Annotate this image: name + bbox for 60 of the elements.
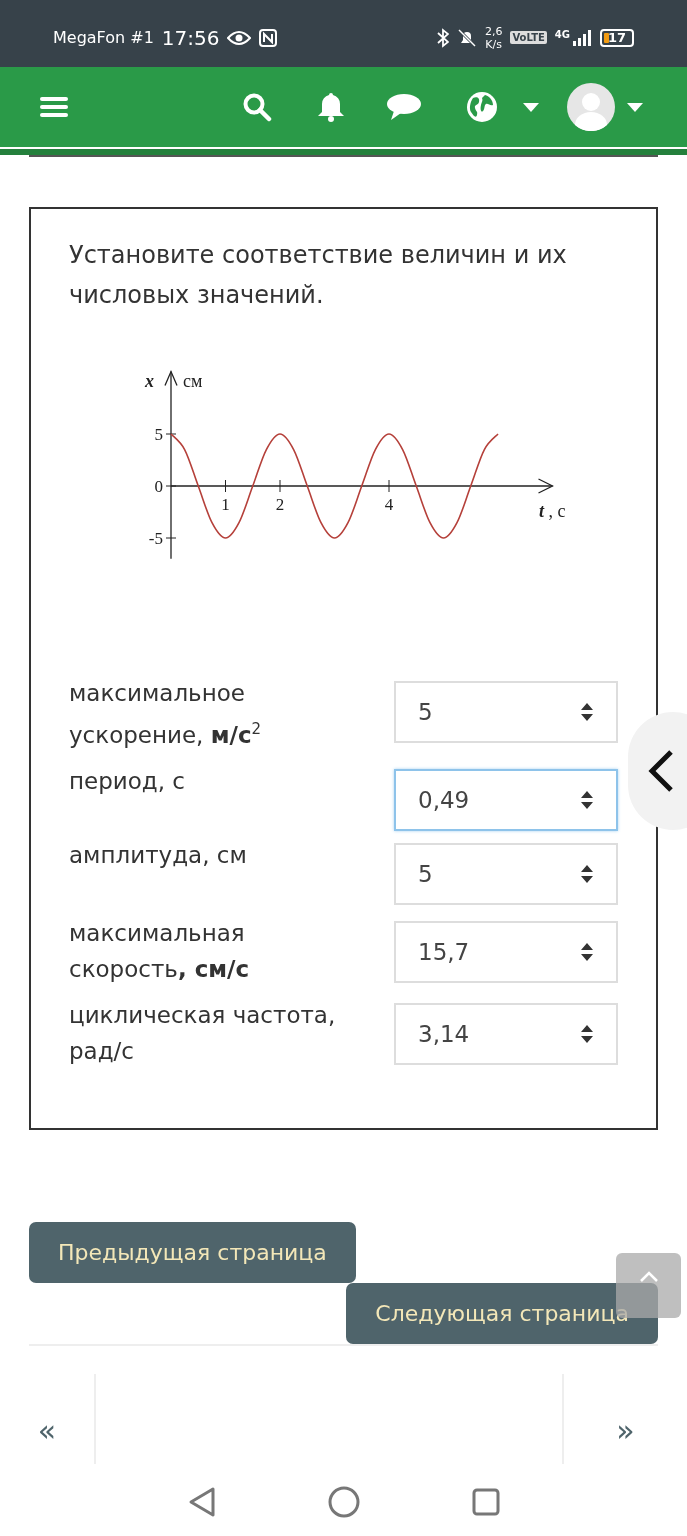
sort-arrows-icon: [580, 702, 594, 722]
x-tick: [279, 479, 281, 493]
volte-badge: VoLTE: [510, 31, 547, 44]
sort-arrows-icon: [580, 863, 594, 884]
home-icon[interactable]: [327, 1486, 360, 1518]
caret-down-icon[interactable]: [627, 102, 643, 112]
answer-select[interactable]: 0,49: [394, 768, 618, 831]
sort-arrows-icon: [580, 941, 594, 962]
recent-apps-icon[interactable]: [471, 1488, 500, 1516]
y-axis-unit: см: [183, 371, 203, 391]
chevron-left-icon: [648, 749, 674, 793]
sort-arrows-icon: [580, 1023, 594, 1044]
x-axis-label: t , с: [539, 501, 566, 521]
bell-muted-icon: [456, 27, 477, 48]
answer-select[interactable]: 3,14: [394, 1002, 618, 1065]
quantity-label: максимальное ускорение, м/с$^{2}$: [69, 679, 263, 750]
answer-select[interactable]: 5: [394, 681, 618, 743]
menu-icon[interactable]: [40, 95, 68, 119]
x-tick: [225, 479, 226, 493]
quantity-label: амплитуда, см: [69, 840, 248, 870]
x-tick-label: 2: [275, 495, 285, 514]
bluetooth-icon: [436, 27, 449, 48]
answer-select[interactable]: 5: [394, 842, 618, 905]
chevron-up-icon: [638, 1270, 659, 1283]
speed-unit: K/s: [485, 37, 502, 51]
y-tick-label: -5: [148, 529, 163, 548]
globe-icon[interactable]: [466, 91, 498, 123]
signal-icon: [572, 29, 592, 46]
carrier-name: MegaFon #1: [53, 28, 154, 47]
eye-icon: [227, 29, 252, 46]
sort-arrows-icon: [580, 789, 594, 810]
x-tick-label: 1: [221, 495, 230, 514]
question-text: Установите соответствие величин и их числовых значений.: [69, 240, 568, 311]
quantity-label: максимальная скорость, см/с: [69, 918, 251, 984]
quantity-label: циклическая частота, рад/с: [69, 1000, 337, 1066]
y-axis-label: x: [145, 371, 154, 391]
first-page-link[interactable]: «: [0, 1362, 94, 1448]
caret-down-icon[interactable]: [523, 102, 539, 112]
y-tick: [165, 433, 177, 435]
clock-time: 17:56: [161, 25, 220, 50]
y-tick: [165, 485, 177, 487]
last-page-link[interactable]: »: [564, 1362, 687, 1448]
next-page-button[interactable]: Следующая страница: [346, 1283, 658, 1344]
answer-select[interactable]: 15,7: [394, 920, 618, 983]
previous-page-button[interactable]: Предыдущая страница: [29, 1222, 356, 1283]
notifications-bell-icon[interactable]: [316, 91, 346, 123]
x-tick-label: 4: [384, 495, 394, 514]
search-icon[interactable]: [242, 92, 272, 122]
y-tick-label: 5: [154, 425, 163, 444]
y-tick-label: 0: [154, 477, 163, 496]
x-tick: [388, 479, 390, 493]
chat-bubble-icon[interactable]: [386, 93, 422, 121]
battery-indicator: 17: [600, 28, 634, 47]
network-type: 4G: [554, 28, 570, 40]
nfc-icon: [259, 28, 278, 47]
speed-value: 2,6: [484, 24, 503, 38]
user-avatar[interactable]: [567, 83, 615, 131]
quantity-label: период, с: [69, 766, 186, 796]
y-tick: [165, 537, 177, 539]
back-icon[interactable]: [187, 1486, 216, 1518]
